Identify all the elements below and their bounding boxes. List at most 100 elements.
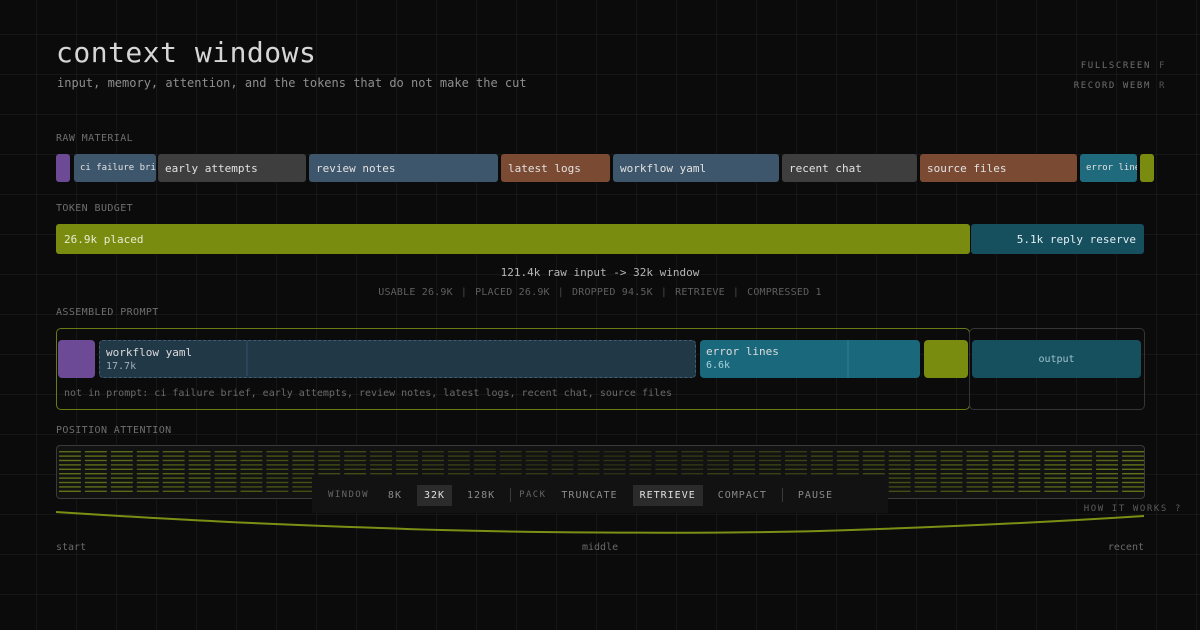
position-attention-label: POSITION ATTENTION <box>56 425 172 436</box>
attention-cell <box>188 451 211 453</box>
attention-cell <box>525 459 548 462</box>
raw-block-end <box>1140 154 1154 182</box>
window-8k-button[interactable]: 8K <box>381 485 409 506</box>
attention-cell <box>836 468 859 470</box>
attention-cell <box>240 459 263 462</box>
attention-cell <box>888 490 911 492</box>
attention-cell <box>551 468 574 470</box>
attention-cell <box>188 477 211 479</box>
attention-cell <box>188 455 211 457</box>
record-webm-button[interactable]: RECORD WEBM R <box>1074 81 1166 91</box>
attention-cell <box>396 464 418 466</box>
raw-block-label: workflow yaml <box>620 161 707 175</box>
attention-cell <box>499 455 522 457</box>
attention-cell <box>992 490 1015 492</box>
attention-cell <box>1044 481 1067 484</box>
attention-cell <box>266 477 289 479</box>
attention-cell <box>1096 464 1118 466</box>
attention-cell <box>240 486 263 488</box>
window-32k-button[interactable]: 32K <box>416 484 453 506</box>
attention-cell <box>136 464 159 466</box>
attention-cell <box>344 464 367 466</box>
attention-cell <box>84 455 107 457</box>
attention-cell <box>110 477 133 479</box>
raw-block-recent-chat: recent chat <box>782 154 917 182</box>
attention-cell <box>396 473 418 475</box>
attention-cell <box>214 451 237 453</box>
attention-cell <box>1044 455 1067 457</box>
axis-middle-label: middle <box>582 542 619 553</box>
attention-cell <box>1122 468 1144 470</box>
fullscreen-button[interactable]: FULLSCREEN F <box>1081 61 1166 71</box>
attention-cell <box>966 486 989 488</box>
raw-block-source-files: source files <box>920 154 1077 182</box>
how-it-works-button[interactable]: HOW IT WORKS ? <box>1084 504 1182 514</box>
attention-cell <box>629 455 652 457</box>
prompt-block-tokens: 17.7k <box>106 361 137 372</box>
attention-cell <box>888 473 911 475</box>
attention-cell <box>1096 477 1118 479</box>
attention-cell <box>188 490 211 492</box>
attention-cell <box>655 455 678 457</box>
attention-cell <box>551 464 574 466</box>
attention-cell <box>240 477 263 479</box>
budget-placed-bar: 26.9k placed <box>56 224 970 254</box>
pack-compact-button[interactable]: COMPACT <box>711 485 774 506</box>
attention-cell <box>422 464 444 466</box>
attention-cell <box>1044 468 1067 470</box>
attention-cell <box>914 468 937 470</box>
attention-cell <box>1070 477 1093 479</box>
attention-cell <box>681 455 704 457</box>
raw-block-label: error lines <box>1086 163 1137 173</box>
attention-cell <box>992 486 1015 488</box>
attention-cell <box>110 490 133 492</box>
window-128k-button[interactable]: 128K <box>460 485 502 506</box>
attention-cell <box>396 451 418 453</box>
attention-cell <box>940 468 963 470</box>
attention-cell <box>577 468 600 470</box>
attention-cell <box>914 473 937 475</box>
attention-cell <box>1096 473 1118 475</box>
assembled-prompt-label: ASSEMBLED PROMPT <box>56 307 159 318</box>
attention-cell <box>681 468 704 470</box>
attention-cell <box>733 459 755 462</box>
pack-retrieve-button[interactable]: RETRIEVE <box>632 484 703 506</box>
attention-cell <box>1070 451 1093 453</box>
pause-button[interactable]: PAUSE <box>791 485 840 506</box>
attention-cell <box>214 468 237 470</box>
attention-cell <box>810 451 833 453</box>
attention-cell <box>888 468 911 470</box>
attention-cell <box>992 451 1015 453</box>
attention-cell <box>214 459 237 462</box>
fullscreen-shortcut: F <box>1158 61 1166 71</box>
attention-cell <box>836 455 859 457</box>
control-toolbar: WINDOW 8K 32K 128K PACK TRUNCATE RETRIEV… <box>312 477 888 513</box>
attention-cell <box>110 451 133 453</box>
attention-cell <box>266 473 289 475</box>
attention-cell <box>1018 451 1041 453</box>
attention-cell <box>473 455 496 457</box>
attention-cell <box>266 481 289 484</box>
attention-cell <box>862 459 885 462</box>
attention-cell <box>1122 455 1144 457</box>
attention-cell <box>1018 459 1041 462</box>
attention-cell <box>59 481 81 484</box>
raw-block-label: latest logs <box>508 161 581 175</box>
raw-block-early-attempts: early attempts <box>158 154 306 182</box>
attention-cell <box>1122 459 1144 462</box>
attention-cell <box>396 455 418 457</box>
attention-cell <box>162 459 185 462</box>
prompt-block-error-lines: error lines 6.6k <box>700 340 920 378</box>
attention-cell <box>162 481 185 484</box>
attention-cell <box>110 464 133 466</box>
attention-cell <box>966 481 989 484</box>
attention-cell <box>1044 473 1067 475</box>
attention-cell <box>603 451 626 453</box>
attention-cell <box>629 473 652 475</box>
stat-mode: RETRIEVE <box>675 287 725 298</box>
pack-truncate-button[interactable]: TRUNCATE <box>554 485 624 506</box>
attention-cell <box>992 464 1015 466</box>
attention-cell <box>733 468 755 470</box>
attention-cell <box>447 455 470 457</box>
prompt-block-end <box>924 340 968 378</box>
